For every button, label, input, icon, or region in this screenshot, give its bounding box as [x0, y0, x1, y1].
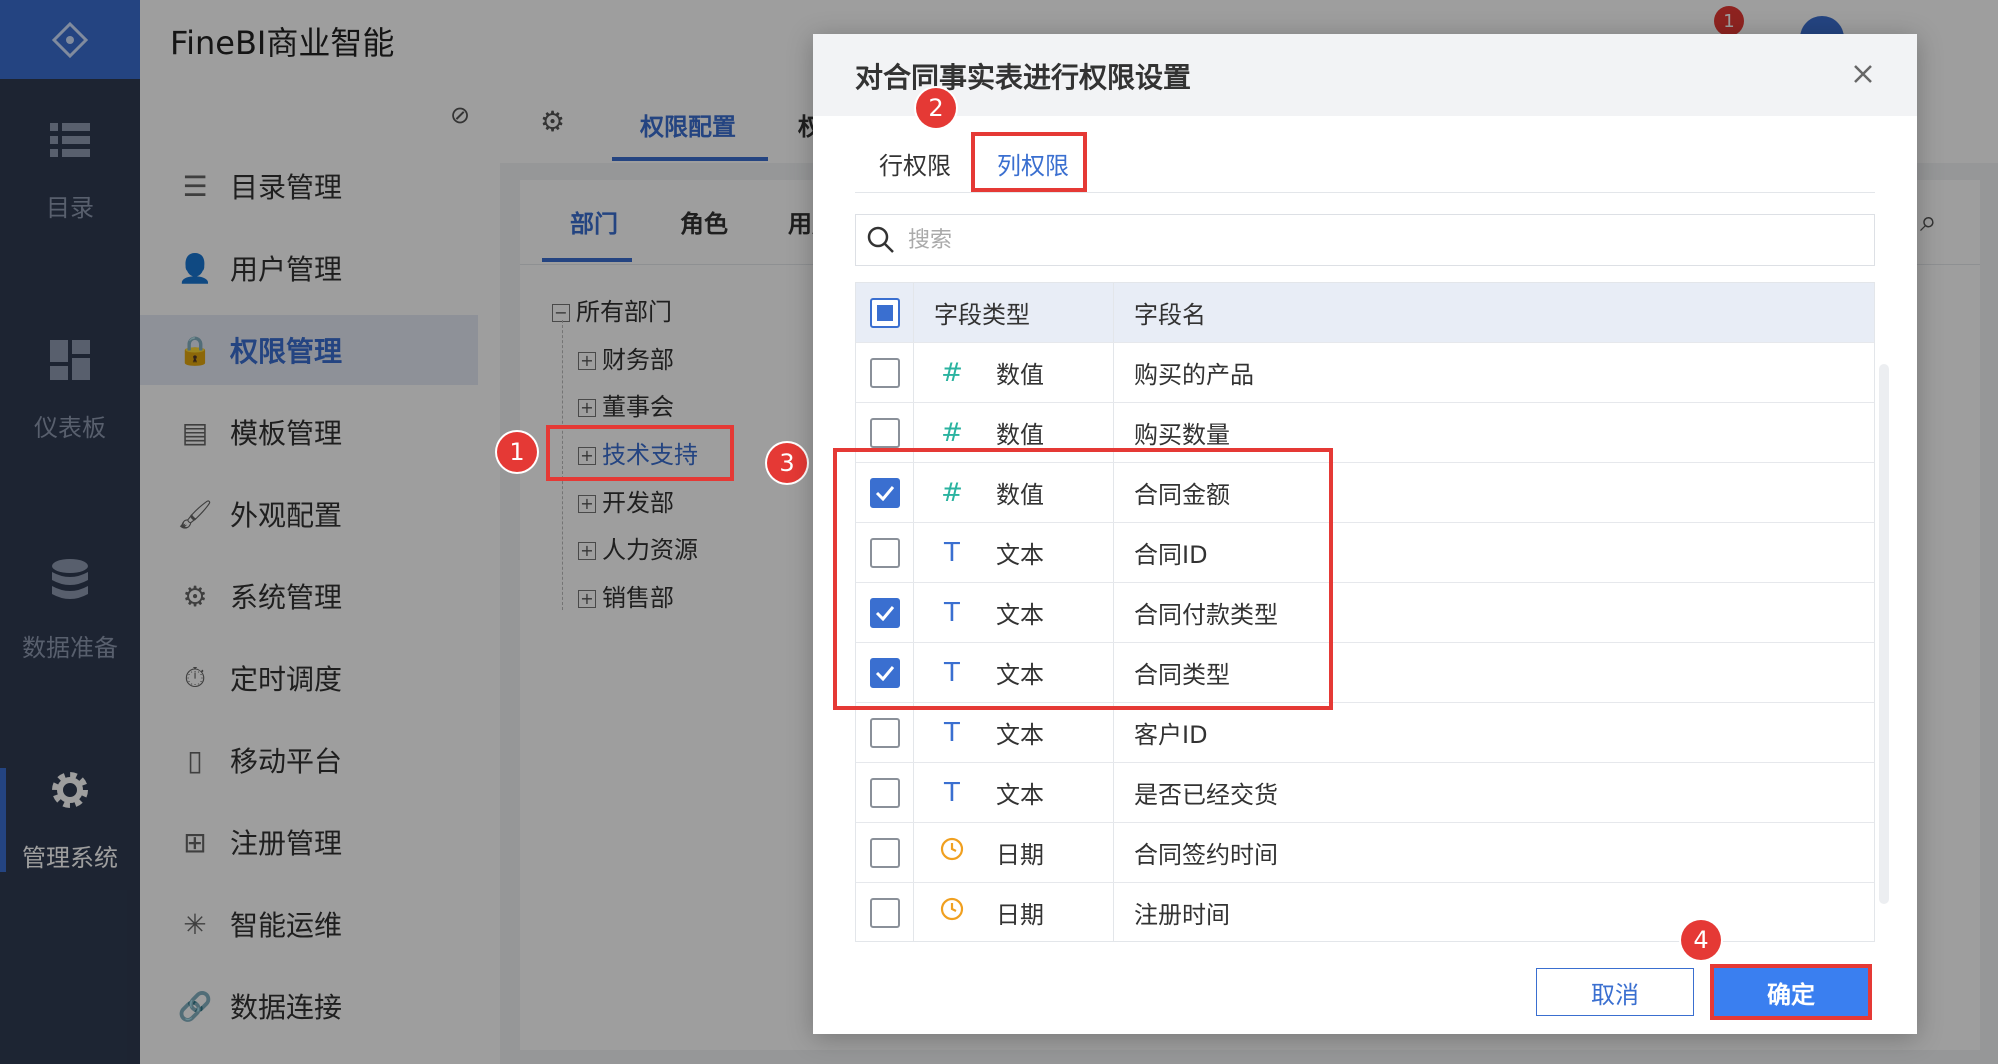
- table-row[interactable]: 日期 合同签约时间: [856, 823, 1874, 883]
- row-checkbox[interactable]: [869, 417, 900, 448]
- table-row[interactable]: T 文本 是否已经交货: [856, 763, 1874, 823]
- field-type: 日期: [996, 901, 1044, 929]
- field-type: 文本: [996, 721, 1044, 749]
- field-type: 文本: [996, 781, 1044, 809]
- tab-row-permission[interactable]: 行权限: [879, 144, 951, 188]
- search-input[interactable]: [908, 227, 1808, 253]
- text-icon: T: [944, 717, 960, 748]
- annotation-badge-3: 3: [767, 443, 807, 483]
- field-name: 购买的产品: [1134, 361, 1254, 389]
- text-icon: T: [944, 777, 960, 808]
- number-icon: #: [941, 417, 963, 448]
- annotation-box-1: [546, 425, 734, 481]
- column-header-name: 字段名: [1134, 301, 1206, 329]
- annotation-badge-4: 4: [1681, 920, 1721, 960]
- column-header-type: 字段类型: [914, 283, 1114, 342]
- row-checkbox[interactable]: [869, 717, 900, 748]
- row-checkbox[interactable]: [869, 897, 900, 928]
- table-row[interactable]: T 文本 客户ID: [856, 703, 1874, 763]
- annotation-badge-2: 2: [916, 88, 956, 128]
- permission-dialog: 对合同事实表进行权限设置 行权限 列权限 字段类型字段名#数值购买的产品#数值购…: [813, 34, 1917, 1034]
- clock-icon: [932, 836, 972, 869]
- row-checkbox[interactable]: [869, 837, 900, 868]
- table-row[interactable]: # 数值 购买的产品: [856, 343, 1874, 403]
- row-checkbox[interactable]: [869, 777, 900, 808]
- field-name: 合同签约时间: [1134, 841, 1278, 869]
- select-all-checkbox[interactable]: [869, 297, 900, 328]
- field-type: 日期: [996, 841, 1044, 869]
- clock-icon: [932, 896, 972, 929]
- dialog-title: 对合同事实表进行权限设置: [855, 61, 1192, 94]
- field-name: 是否已经交货: [1134, 781, 1278, 809]
- tab-divider: [855, 192, 1875, 193]
- field-type: 数值: [996, 421, 1044, 449]
- annotation-badge-1: 1: [497, 432, 537, 472]
- table-row[interactable]: 日期 注册时间: [856, 883, 1874, 941]
- scrollbar[interactable]: [1879, 364, 1889, 904]
- table-header: 字段类型 字段名: [856, 283, 1874, 343]
- dialog-header: 对合同事实表进行权限设置: [813, 34, 1917, 116]
- field-name: 客户ID: [1134, 721, 1208, 749]
- field-type: 数值: [996, 361, 1044, 389]
- annotation-box-4: [1710, 964, 1872, 1020]
- search-box[interactable]: [855, 214, 1875, 266]
- annotation-box-2: [971, 132, 1087, 192]
- annotation-box-3: [833, 448, 1333, 710]
- search-icon: [867, 226, 894, 253]
- field-name: 注册时间: [1134, 901, 1230, 929]
- row-checkbox[interactable]: [869, 357, 900, 388]
- close-icon[interactable]: [1843, 54, 1883, 94]
- cancel-button[interactable]: 取消: [1536, 968, 1694, 1016]
- number-icon: #: [941, 357, 963, 388]
